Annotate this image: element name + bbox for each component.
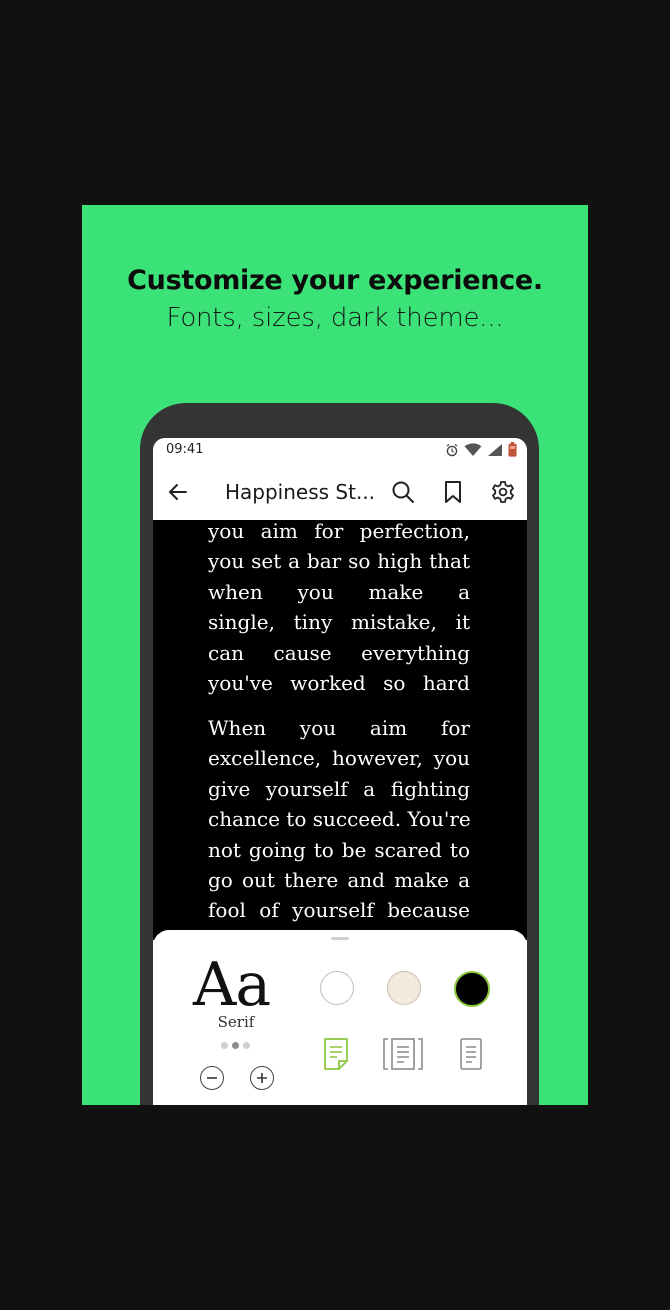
- text-line: give yourself a fighting: [208, 776, 470, 801]
- reader-page[interactable]: you aim for perfection, you set a bar so…: [153, 519, 527, 940]
- decrease-size-button[interactable]: [200, 1066, 224, 1090]
- paragraph-1: you aim for perfection, you set a bar so…: [208, 516, 470, 698]
- text-line: you aim for perfection,: [208, 519, 470, 543]
- text-line: you've worked so hard: [208, 671, 470, 696]
- gear-icon: [492, 481, 514, 503]
- font-page-indicator: [221, 1042, 250, 1049]
- page-dot: [232, 1042, 239, 1049]
- settings-button[interactable]: [489, 478, 517, 506]
- promo-headline: Customize your experience.: [127, 265, 543, 296]
- battery-icon: [508, 442, 517, 462]
- text-line: when you make a: [208, 579, 470, 604]
- settings-sheet: Aa Serif: [153, 930, 527, 1105]
- text-line: single, tiny mistake, it: [208, 610, 470, 635]
- status-bar: 09:41: [153, 438, 527, 462]
- increase-icon: [257, 1073, 267, 1083]
- back-button[interactable]: [165, 479, 191, 505]
- text-line: excellence, however, you: [208, 746, 470, 771]
- layout-single-page-button[interactable]: [457, 1036, 485, 1072]
- book-title[interactable]: Happiness St...: [225, 480, 375, 504]
- bookmark-button[interactable]: [439, 478, 467, 506]
- app-bar: Happiness St...: [153, 462, 527, 520]
- text-line: go out there and make a: [208, 868, 470, 893]
- page-dot: [221, 1042, 228, 1049]
- font-name: Serif: [217, 1013, 255, 1031]
- phone-frame: 09:41 Happiness St... you aim for perfec…: [140, 403, 539, 1105]
- promo-card: Customize your experience. Fonts, sizes,…: [82, 205, 588, 1105]
- text-line: not going to be scared to: [208, 837, 470, 862]
- phone-screen: 09:41 Happiness St... you aim for perfec…: [153, 438, 527, 1105]
- page-curl-layout-icon: [324, 1038, 348, 1070]
- theme-white-swatch[interactable]: [320, 971, 354, 1005]
- text-line: can cause everything: [208, 640, 470, 665]
- single-page-layout-icon: [460, 1038, 482, 1070]
- font-sample[interactable]: Aa: [193, 950, 271, 1020]
- layout-page-curl-button[interactable]: [321, 1036, 351, 1072]
- text-line: When you aim for: [208, 716, 470, 740]
- search-button[interactable]: [389, 478, 417, 506]
- bookmark-icon: [445, 481, 461, 503]
- theme-black-swatch[interactable]: [454, 971, 490, 1007]
- increase-size-button[interactable]: [250, 1066, 274, 1090]
- arrow-left-icon: [169, 484, 187, 500]
- layout-two-page-button[interactable]: [381, 1036, 425, 1072]
- text-line: you set a bar so high that: [208, 549, 470, 574]
- wifi-icon: [464, 442, 482, 462]
- search-icon: [392, 481, 414, 503]
- text-line: chance to succeed. You're: [208, 807, 471, 832]
- status-time: 09:41: [166, 442, 204, 457]
- two-page-layout-icon: [383, 1038, 423, 1070]
- alarm-icon: [445, 443, 459, 462]
- signal-icon: [487, 443, 503, 462]
- promo-subline: Fonts, sizes, dark theme...: [166, 303, 504, 333]
- theme-sepia-swatch[interactable]: [387, 971, 421, 1005]
- page-dot: [243, 1042, 250, 1049]
- text-line: fool of yourself because: [208, 898, 470, 923]
- decrease-icon: [207, 1077, 217, 1079]
- sheet-drag-handle[interactable]: [331, 937, 349, 940]
- paragraph-2: When you aim for excellence, however, yo…: [208, 713, 471, 926]
